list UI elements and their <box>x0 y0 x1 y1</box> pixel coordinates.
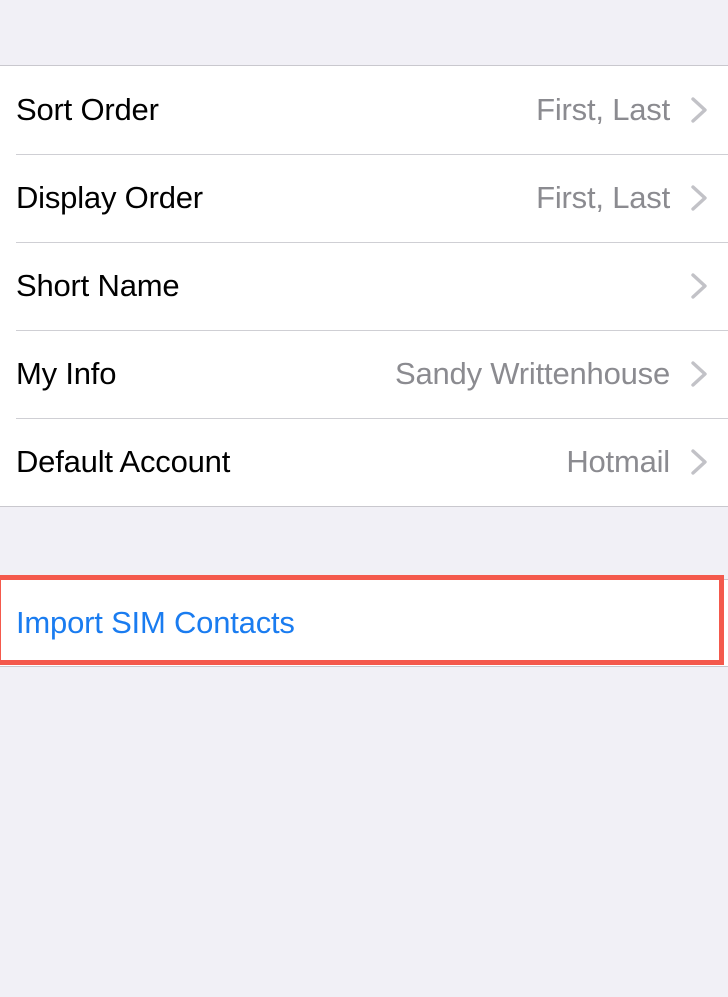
chevron-right-icon <box>684 354 714 394</box>
settings-row-default-account[interactable]: Default Account Hotmail <box>0 418 728 506</box>
action-list-section: Import SIM Contacts <box>0 579 728 667</box>
settings-row-label: Sort Order <box>16 92 159 127</box>
settings-row-label: Short Name <box>16 268 180 303</box>
import-sim-contacts-button[interactable]: Import SIM Contacts <box>0 580 728 666</box>
chevron-right-icon <box>684 266 714 306</box>
settings-row-accessory-group: Hotmail <box>566 442 714 482</box>
chevron-right-icon <box>684 442 714 482</box>
settings-row-sort-order[interactable]: Sort Order First, Last <box>0 66 728 154</box>
settings-row-label: My Info <box>16 356 117 391</box>
settings-row-value: First, Last <box>536 180 670 215</box>
settings-row-display-order[interactable]: Display Order First, Last <box>0 154 728 242</box>
settings-row-value: Sandy Writtenhouse <box>395 356 670 391</box>
import-sim-contacts-label: Import SIM Contacts <box>16 605 295 640</box>
settings-row-accessory-group: Sandy Writtenhouse <box>395 354 714 394</box>
top-section-gap <box>0 0 728 66</box>
chevron-right-icon <box>684 178 714 218</box>
chevron-right-icon <box>684 90 714 130</box>
settings-list-section: Sort Order First, Last Display Order Fir… <box>0 65 728 507</box>
settings-row-value: First, Last <box>536 92 670 127</box>
settings-row-accessory-group: First, Last <box>536 178 714 218</box>
settings-row-label: Display Order <box>16 180 203 215</box>
section-gap <box>0 507 728 579</box>
settings-row-accessory-group <box>670 266 714 306</box>
settings-row-my-info[interactable]: My Info Sandy Writtenhouse <box>0 330 728 418</box>
import-sim-contacts-section-wrapper: Import SIM Contacts <box>0 575 728 667</box>
settings-row-value: Hotmail <box>566 444 670 479</box>
bottom-empty-area <box>0 667 728 997</box>
contacts-settings-screen: Sort Order First, Last Display Order Fir… <box>0 0 728 997</box>
settings-row-label: Default Account <box>16 444 231 479</box>
settings-row-accessory-group: First, Last <box>536 90 714 130</box>
settings-row-short-name[interactable]: Short Name <box>0 242 728 330</box>
